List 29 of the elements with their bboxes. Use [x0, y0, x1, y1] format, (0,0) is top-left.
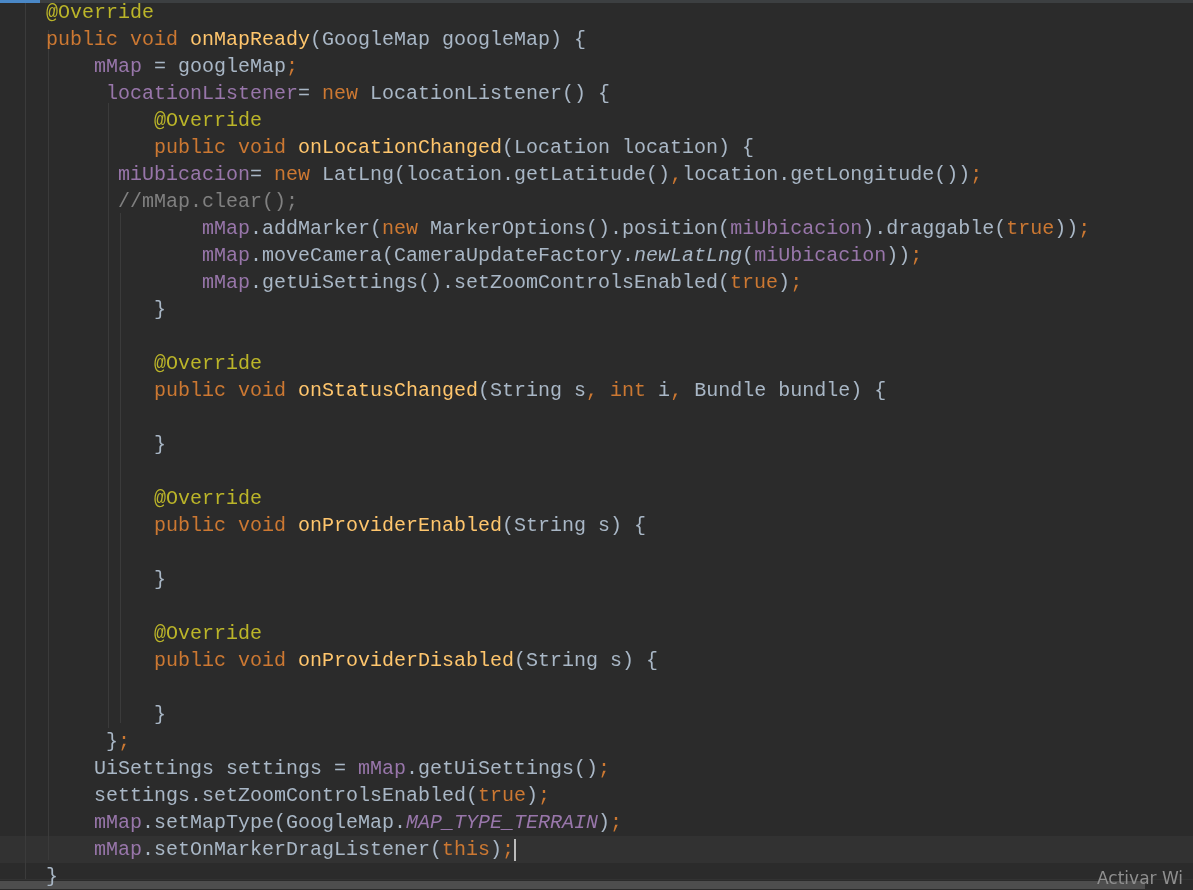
code-line: //mMap.clear();	[118, 191, 299, 212]
code-line: }	[154, 299, 166, 320]
code-line: public void onProviderEnabled(String s) {	[154, 515, 647, 536]
code-line: public void onLocationChanged(Location location) {	[154, 137, 755, 158]
code-line: settings.setZoomControlsEnabled(true);	[94, 785, 551, 806]
code-line: }	[154, 569, 166, 590]
code-line: @Override	[154, 353, 263, 374]
code-line: @Override	[154, 110, 263, 131]
code-line: mMap.setOnMarkerDragListener(this);	[94, 839, 515, 860]
code-line: mMap.getUiSettings().setZoomControlsEnabled(true);	[202, 272, 803, 293]
code-line: @Override	[46, 2, 155, 23]
code-line: public void onStatusChanged(String s, int i, Bundle bundle) {	[154, 380, 887, 401]
code-line: }	[46, 866, 58, 887]
code-line: locationListener= new LocationListener() {	[106, 83, 611, 104]
code-line: mMap = googleMap;	[94, 56, 299, 77]
code-line: }	[154, 704, 166, 725]
code-line: UiSettings settings = mMap.getUiSettings();	[94, 758, 611, 779]
code-line: mMap.setMapType(GoogleMap.MAP_TYPE_TERRAIN);	[94, 812, 623, 833]
activation-notice: Activar Wi	[1097, 868, 1184, 888]
code-line: mMap.moveCamera(CameraUpdateFactory.newLatLng(miUbicacion));	[202, 245, 923, 266]
code-line: public void onProviderDisabled(String s) {	[154, 650, 659, 671]
text-cursor	[514, 838, 517, 861]
code-line: mMap.addMarker(new MarkerOptions().position(miUbicacion).draggable(true));	[202, 218, 1091, 239]
code-line: @Override	[154, 488, 263, 509]
code-line: @Override	[154, 623, 263, 644]
code-line: miUbicacion= new LatLng(location.getLatitude(),location.getLongitude());	[118, 164, 983, 185]
code-line: }	[154, 434, 166, 455]
code-line: public void onMapReady(GoogleMap googleMap) {	[46, 29, 587, 50]
code-line: };	[106, 731, 131, 752]
